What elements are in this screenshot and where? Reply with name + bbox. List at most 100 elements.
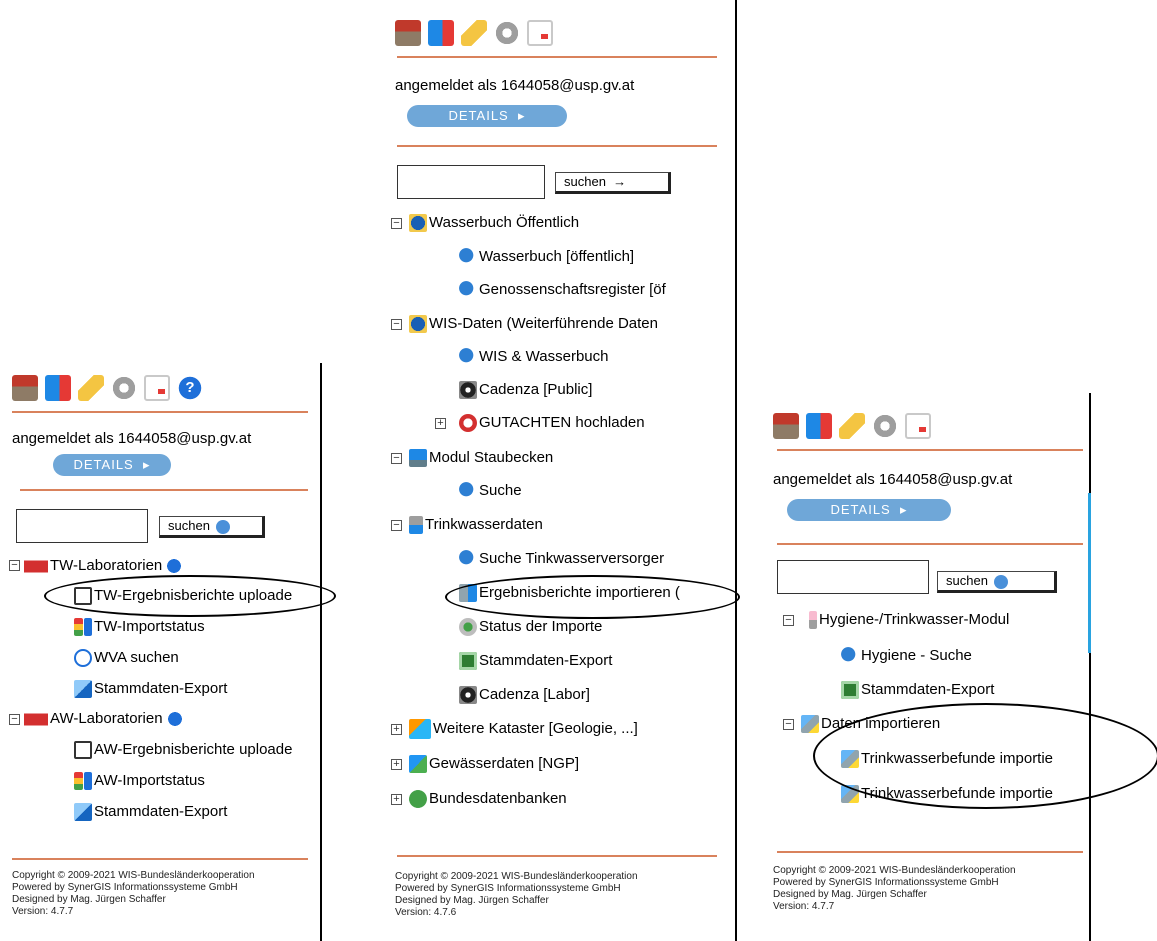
expand-toggle[interactable]: + [391,759,402,770]
tree-item-cadenza-labor[interactable]: Cadenza [Labor] [459,684,735,706]
search-input[interactable] [397,165,545,199]
footer-copyright: Copyright © 2009-2021 WIS-Bundesländerko… [773,865,1016,876]
panel-main-navigation: angemeldet als 1644058@usp.gv.at DETAILS… [385,0,740,941]
export-icon [74,803,92,822]
details-button[interactable]: DETAILS ▸ [407,105,567,127]
home-icon[interactable] [12,375,38,401]
search-input[interactable] [777,560,929,594]
tree-item-wasserbuch-oeffentlich[interactable]: Wasserbuch Öffentlich [409,212,735,234]
toolbar [395,20,553,46]
mail-icon[interactable] [144,375,170,401]
mail-icon[interactable] [905,413,931,439]
highlight-ellipse [44,575,336,617]
tree-item-aw-importstatus[interactable]: AW-Importstatus [74,770,316,792]
tree-item-wis-daten[interactable]: WIS-Daten (Weiterführende Daten [409,313,735,335]
collapse-toggle[interactable]: − [391,319,402,330]
clock-icon [459,414,477,433]
broom-icon[interactable] [839,413,865,439]
footer-powered-by: Powered by SynerGIS Informationssysteme … [395,883,621,894]
tree-item-aw-ergebnisberichte[interactable]: AW-Ergebnisberichte uploade [74,739,316,761]
footer-copyright: Copyright © 2009-2021 WIS-Bundesländerko… [12,870,255,881]
upload-icon [74,741,92,760]
panel-border [735,0,737,941]
footer: Copyright © 2009-2021 WIS-Bundesländerko… [395,871,638,919]
expand-toggle[interactable]: + [391,724,402,735]
tree-item-wis-wasserbuch[interactable]: WIS & Wasserbuch [459,346,735,368]
lab-icon [24,557,48,576]
search-icon [459,348,477,367]
tree-item-cadenza-public[interactable]: Cadenza [Public] [459,379,735,401]
details-label: DETAILS [448,108,509,123]
footer-copyright: Copyright © 2009-2021 WIS-Bundesländerko… [395,871,638,882]
tree-item-suche-trinkwasserversorger[interactable]: Suche Tinkwasserversorger [459,548,735,570]
expand-toggle[interactable]: + [391,794,402,805]
tree-item-hygiene-suche[interactable]: Hygiene - Suche [841,645,1085,667]
tree-item-aw-laboratorien[interactable]: AW-Laboratorien [24,708,220,730]
magnifier-icon [74,649,92,668]
panel-border [1089,393,1091,941]
gear-icon[interactable] [872,413,898,439]
login-status: angemeldet als 1644058@usp.gv.at [12,430,252,447]
search-button[interactable]: suchen → [555,172,671,194]
collapse-toggle[interactable]: − [391,520,402,531]
globe-icon [409,214,427,233]
search-button[interactable]: suchen [159,516,265,538]
collapse-toggle[interactable]: − [9,714,20,725]
search-input[interactable] [16,509,148,543]
collapse-toggle[interactable]: − [9,560,20,571]
tree-item-stammdaten-export-aw[interactable]: Stammdaten-Export [74,801,316,823]
logout-icon[interactable] [428,20,454,46]
toolbar: ? [12,375,203,401]
tree-item-gutachten-hochladen[interactable]: GUTACHTEN hochladen [459,412,735,434]
details-label: DETAILS [830,502,891,517]
help-icon[interactable]: ? [177,375,203,401]
help-icon[interactable] [166,558,183,575]
home-icon[interactable] [395,20,421,46]
export-icon [74,680,92,699]
home-icon[interactable] [773,413,799,439]
broom-icon[interactable] [461,20,487,46]
tree-item-wva-suchen[interactable]: WVA suchen [74,647,316,669]
tree-item-bundesdatenbanken[interactable]: Bundesdatenbanken [409,788,735,810]
gear-icon[interactable] [494,20,520,46]
tree-item-status-der-importe[interactable]: Status der Importe [459,616,735,638]
expand-toggle[interactable]: + [435,418,446,429]
camera-icon [459,686,477,705]
scrollbar-accent[interactable] [1088,493,1091,653]
details-button[interactable]: DETAILS ▸ [787,499,951,521]
broom-icon[interactable] [78,375,104,401]
kataster-icon [409,719,431,740]
search-button[interactable]: suchen [937,571,1057,593]
logout-icon[interactable] [45,375,71,401]
plus-circle-icon [409,790,427,809]
help-icon[interactable] [166,711,183,728]
tree-item-stammdaten-export[interactable]: Stammdaten-Export [74,678,316,700]
collapse-toggle[interactable]: − [391,453,402,464]
tree-item-trinkwasserdaten[interactable]: Trinkwasserdaten [409,514,735,536]
tree-item-weitere-kataster[interactable]: Weitere Kataster [Geologie, ...] [409,718,735,740]
tree-item-modul-staubecken[interactable]: Modul Staubecken [409,447,735,469]
mail-icon[interactable] [527,20,553,46]
separator-top [12,411,308,413]
traffic-light-icon [74,618,83,637]
tree-item-wasserbuch[interactable]: Wasserbuch [öffentlich] [459,246,735,268]
details-button[interactable]: DETAILS ▸ [53,454,171,476]
tree-item-stammdaten-export[interactable]: Stammdaten-Export [841,679,1085,701]
tree-item-genossenschaftsregister[interactable]: Genossenschaftsregister [öf [459,279,735,301]
tree-item-tw-laboratorien[interactable]: TW-Laboratorien [24,555,214,577]
arrow-right-icon: → [609,174,627,189]
collapse-toggle[interactable]: − [783,719,794,730]
excel-icon [459,652,477,671]
globe-icon [409,315,427,334]
collapse-toggle[interactable]: − [391,218,402,229]
tree-item-gewaesserdaten[interactable]: Gewässerdaten [NGP] [409,753,735,775]
tree-item-suche[interactable]: Suche [459,480,735,502]
tree-item-tw-importstatus[interactable]: TW-Importstatus [74,616,316,638]
logout-icon[interactable] [806,413,832,439]
collapse-toggle[interactable]: − [783,615,794,626]
search-icon [993,574,1008,589]
camera-icon [459,381,477,400]
tree-item-stammdaten-export[interactable]: Stammdaten-Export [459,650,735,672]
gear-icon[interactable] [111,375,137,401]
tree-item-hygiene-trinkwasser-modul[interactable]: Hygiene-/Trinkwasser-Modul [809,609,1085,631]
